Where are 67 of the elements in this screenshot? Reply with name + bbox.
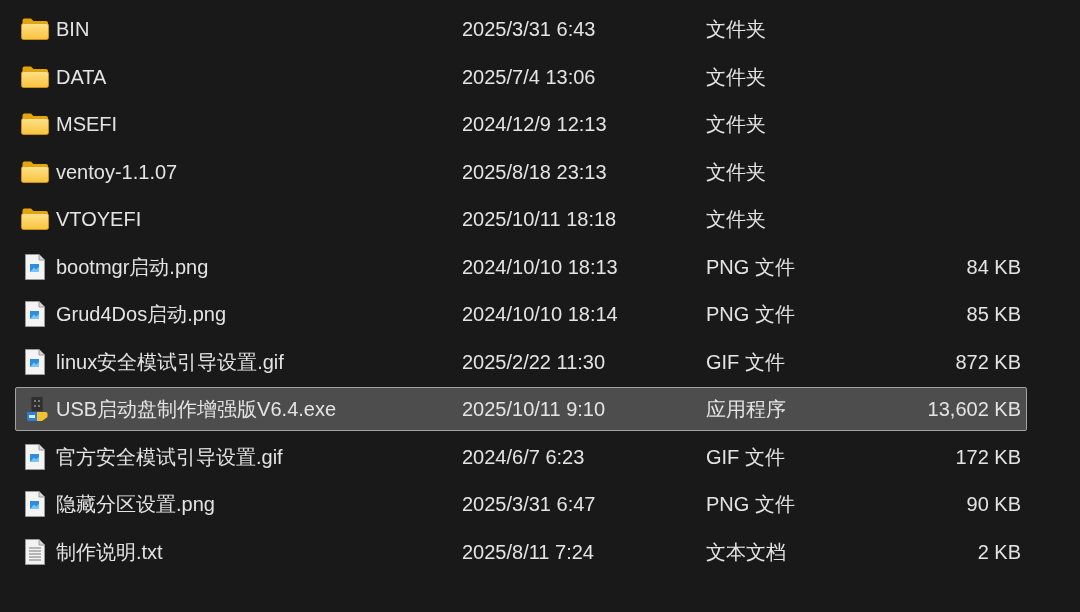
file-name: BIN [56, 17, 90, 41]
file-type: 文件夹 [706, 159, 766, 184]
file-type: 文件夹 [706, 64, 766, 89]
file-name: Grud4Dos启动.png [56, 302, 227, 326]
modified-date: 2024/10/10 18:14 [462, 302, 618, 326]
file-size: 85 KB [966, 302, 1021, 326]
file-size: 172 KB [955, 444, 1021, 469]
file-type: 文件夹 [706, 17, 766, 41]
image-file-icon [25, 301, 45, 327]
image-file-icon [25, 253, 45, 280]
file-size: 872 KB [955, 349, 1021, 374]
file-name: 制作说明.txt [56, 539, 163, 564]
folder-icon [21, 65, 49, 88]
file-name: linux安全模试引导设置.gif [56, 349, 284, 374]
folder-icon [21, 18, 49, 40]
file-row[interactable]: bootmgr启动.png 2024/10/10 18:13 PNG 文件 84 KB [15, 244, 1027, 289]
file-size: 13,602 KB [927, 397, 1021, 421]
image-file-icon [25, 443, 45, 470]
file-name: VTOYEFI [56, 207, 142, 231]
modified-date: 2024/10/10 18:13 [462, 254, 618, 279]
file-type: PNG 文件 [706, 254, 795, 279]
file-row[interactable]: 隐藏分区设置.png 2025/3/31 6:47 PNG 文件 90 KB [15, 482, 1027, 526]
file-type: PNG 文件 [706, 492, 795, 516]
modified-date: 2025/10/11 18:18 [462, 207, 617, 231]
file-name: USB启动盘制作增强版V6.4.exe [56, 397, 337, 421]
image-file-icon [25, 491, 45, 517]
file-name: MSEFI [56, 112, 118, 136]
file-type: GIF 文件 [706, 349, 785, 374]
modified-date: 2024/6/7 6:23 [462, 444, 585, 469]
file-row[interactable]: linux安全模试引导设置.gif 2025/2/22 11:30 GIF 文件 872 KB [15, 339, 1027, 384]
image-file-icon [25, 348, 45, 375]
modified-date: 2025/3/31 6:43 [462, 17, 596, 41]
file-type: PNG 文件 [706, 302, 795, 326]
file-size: 84 KB [966, 254, 1021, 279]
file-type: GIF 文件 [706, 444, 785, 469]
file-name: bootmgr启动.png [56, 254, 209, 279]
modified-date: 2025/8/11 7:24 [462, 539, 594, 564]
file-row[interactable]: 官方安全模试引导设置.gif 2024/6/7 6:23 GIF 文件 172 KB [15, 434, 1027, 479]
file-row[interactable]: USB启动盘制作增强版V6.4.exe 2025/10/11 9:10 应用程序 13,602 KB [15, 387, 1027, 431]
file-name: DATA [56, 64, 107, 89]
file-name: 隐藏分区设置.png [56, 492, 215, 516]
folder-icon [21, 113, 49, 135]
file-type: 文件夹 [706, 207, 766, 231]
folder-icon [21, 160, 49, 183]
file-row[interactable]: MSEFI 2024/12/9 12:13 文件夹 [15, 102, 1027, 146]
folder-icon [21, 208, 49, 230]
modified-date: 2025/7/4 13:06 [462, 64, 596, 89]
file-size: 90 KB [966, 492, 1021, 516]
file-type: 文本文档 [706, 539, 786, 564]
file-row[interactable]: 制作说明.txt 2025/8/11 7:24 文本文档 2 KB [15, 529, 1027, 574]
file-name: 官方安全模试引导设置.gif [56, 444, 283, 469]
modified-date: 2024/12/9 12:13 [462, 112, 607, 136]
text-file-icon [25, 538, 45, 565]
file-row[interactable]: ventoy-1.1.07 2025/8/18 23:13 文件夹 [15, 149, 1027, 194]
file-name: ventoy-1.1.07 [56, 159, 178, 184]
modified-date: 2025/8/18 23:13 [462, 159, 607, 184]
file-row[interactable]: BIN 2025/3/31 6:43 文件夹 [15, 7, 1027, 51]
modified-date: 2025/10/11 9:10 [462, 397, 606, 421]
file-type: 应用程序 [706, 397, 786, 421]
file-type: 文件夹 [706, 112, 766, 136]
file-row[interactable]: Grud4Dos启动.png 2024/10/10 18:14 PNG 文件 85 KB [15, 292, 1027, 336]
file-size: 2 KB [977, 539, 1021, 564]
file-row[interactable]: DATA 2025/7/4 13:06 文件夹 [15, 54, 1027, 99]
modified-date: 2025/3/31 6:47 [462, 492, 596, 516]
file-row[interactable]: VTOYEFI 2025/10/11 18:18 文件夹 [15, 197, 1027, 241]
modified-date: 2025/2/22 11:30 [462, 349, 606, 374]
usb-drive-icon [26, 396, 48, 422]
